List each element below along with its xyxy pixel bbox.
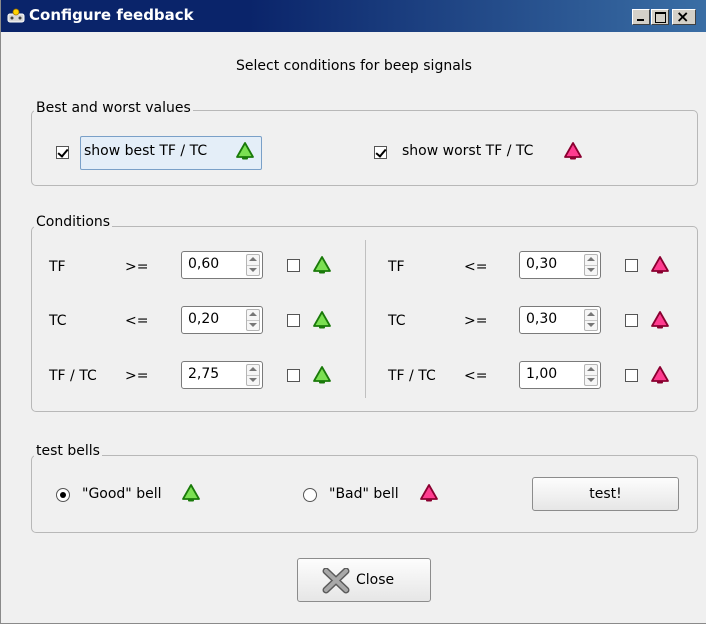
left-tftc-spinbox[interactable]: 2,75 (181, 361, 263, 389)
right-metric-tftc: TF / TC (388, 368, 436, 384)
left-tc-checkbox[interactable] (287, 314, 300, 327)
dialog-heading: Select conditions for beep signals (236, 58, 472, 74)
left-tf-value[interactable]: 0,60 (188, 256, 219, 272)
right-metric-tc: TC (388, 313, 406, 329)
left-tftc-checkbox[interactable] (287, 369, 300, 382)
good-bell-label[interactable]: "Good" bell (82, 486, 161, 502)
right-tftc-checkbox[interactable] (625, 369, 638, 382)
close-button-label: Close (356, 572, 395, 588)
left-tftc-value[interactable]: 2,75 (188, 366, 219, 382)
window-title: Configure feedback (29, 6, 194, 24)
right-tc-checkbox[interactable] (625, 314, 638, 327)
red-bell-icon (420, 484, 438, 502)
left-tf-checkbox[interactable] (287, 259, 300, 272)
right-tc-spinbox[interactable]: 0,30 (519, 306, 601, 334)
close-button[interactable]: Close (297, 558, 431, 602)
left-tc-value[interactable]: 0,20 (188, 311, 219, 327)
right-tc-value[interactable]: 0,30 (526, 311, 557, 327)
right-metric-tf: TF (388, 259, 405, 275)
show-worst-label[interactable]: show worst TF / TC (402, 143, 533, 159)
left-metric-tf: TF (49, 259, 66, 275)
test-button[interactable]: test! (532, 477, 679, 511)
maximize-button[interactable] (651, 9, 669, 25)
configure-feedback-dialog: Configure feedback × Select conditions f… (0, 0, 706, 624)
right-tftc-value[interactable]: 1,00 (526, 366, 557, 382)
close-icon: × (676, 7, 690, 26)
left-metric-tftc: TF / TC (49, 368, 97, 384)
left-tf-spinbox[interactable]: 0,60 (181, 251, 263, 279)
left-op-tftc: >= (125, 368, 149, 384)
red-bell-icon (651, 366, 669, 384)
right-tf-spinbox[interactable]: 0,30 (519, 251, 601, 279)
bad-bell-radio[interactable] (303, 488, 317, 502)
test-button-label: test! (589, 486, 622, 502)
red-bell-icon (651, 311, 669, 329)
app-icon (7, 8, 25, 23)
right-op-tf: <= (464, 259, 488, 275)
spin-arrows[interactable] (246, 254, 260, 276)
right-op-tftc: <= (464, 368, 488, 384)
test-bells-group-label: test bells (34, 443, 102, 459)
green-bell-icon (313, 366, 331, 384)
bad-bell-label[interactable]: "Bad" bell (329, 486, 399, 502)
green-bell-icon (313, 256, 331, 274)
green-bell-icon (182, 484, 200, 502)
conditions-divider (365, 240, 366, 398)
best-worst-group-label: Best and worst values (34, 100, 193, 116)
green-bell-icon (236, 142, 254, 160)
left-metric-tc: TC (49, 313, 67, 329)
spin-arrows[interactable] (584, 254, 598, 276)
show-best-checkbox[interactable] (56, 146, 69, 159)
show-best-label[interactable]: show best TF / TC (84, 143, 207, 159)
window-close-button[interactable]: × (672, 7, 696, 26)
minimize-button[interactable] (632, 9, 650, 25)
close-x-icon (322, 568, 350, 594)
right-tf-checkbox[interactable] (625, 259, 638, 272)
spin-arrows[interactable] (246, 309, 260, 331)
left-tc-spinbox[interactable]: 0,20 (181, 306, 263, 334)
show-worst-checkbox[interactable] (374, 146, 387, 159)
red-bell-icon (651, 256, 669, 274)
left-op-tc: <= (125, 313, 149, 329)
right-tf-value[interactable]: 0,30 (526, 256, 557, 272)
conditions-group-label: Conditions (34, 214, 113, 230)
green-bell-icon (313, 311, 331, 329)
left-op-tf: >= (125, 259, 149, 275)
spin-arrows[interactable] (584, 364, 598, 386)
red-bell-icon (564, 142, 582, 160)
good-bell-radio[interactable] (56, 488, 70, 502)
spin-arrows[interactable] (584, 309, 598, 331)
spin-arrows[interactable] (246, 364, 260, 386)
right-tftc-spinbox[interactable]: 1,00 (519, 361, 601, 389)
right-op-tc: >= (464, 313, 488, 329)
title-bar[interactable]: Configure feedback × (1, 0, 706, 32)
